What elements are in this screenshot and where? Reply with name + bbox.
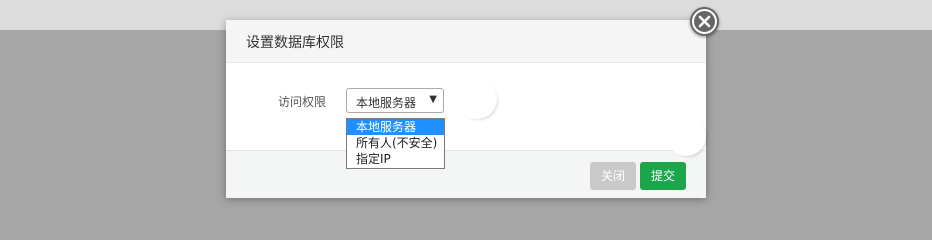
submit-button[interactable]: 提交 — [640, 162, 686, 190]
access-dropdown-list: 本地服务器 所有人(不安全) 指定IP — [346, 118, 445, 169]
dialog-header: 设置数据库权限 — [226, 20, 706, 63]
step-marker-1: 1 — [458, 80, 497, 119]
access-label: 访问权限 — [278, 95, 327, 109]
chevron-down-icon: ▼ — [429, 94, 437, 105]
close-button[interactable]: 关闭 — [590, 162, 636, 190]
access-select-value: 本地服务器 — [356, 96, 417, 110]
option-specified-ip[interactable]: 指定IP — [347, 151, 444, 167]
dialog-footer: 关闭 提交 — [226, 150, 706, 198]
option-everyone[interactable]: 所有人(不安全) — [347, 135, 444, 151]
step-marker-2: 2 — [667, 117, 706, 156]
close-icon[interactable] — [690, 7, 719, 36]
option-local-server[interactable]: 本地服务器 — [347, 119, 444, 135]
dialog-title: 设置数据库权限 — [246, 35, 344, 51]
access-select[interactable]: 本地服务器 ▼ — [346, 88, 444, 113]
